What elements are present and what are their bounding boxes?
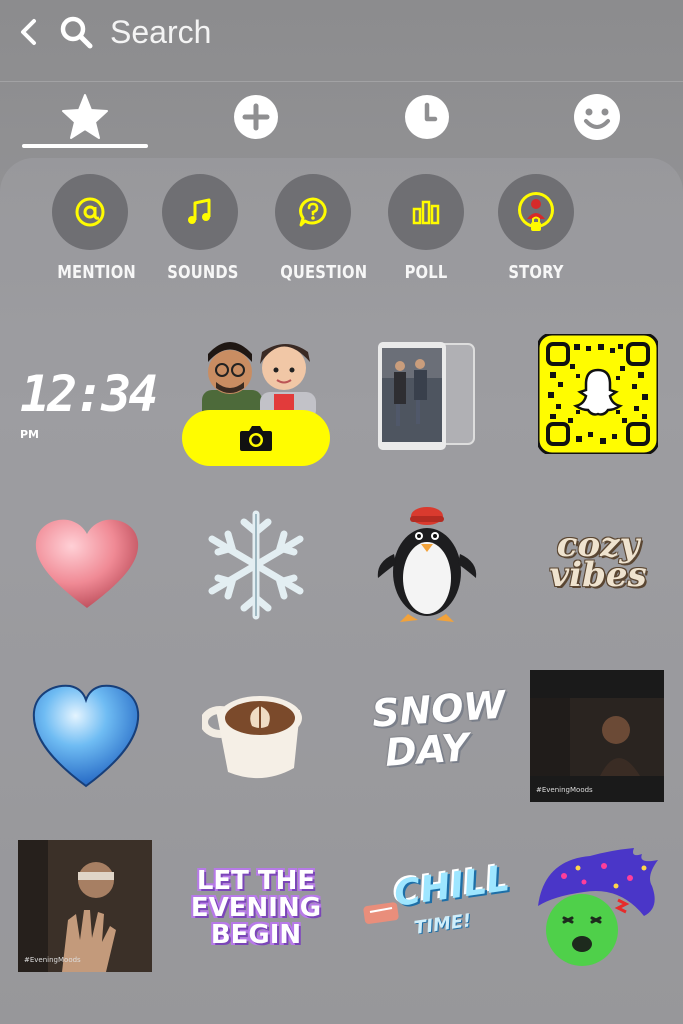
- sounds-button[interactable]: [162, 174, 238, 250]
- coffee-cup-icon: [200, 696, 302, 779]
- add-circle-icon: [234, 95, 278, 139]
- smiley-icon: [574, 94, 620, 140]
- tool-sounds[interactable]: SOUNDS: [160, 174, 240, 283]
- star-icon: [62, 94, 108, 139]
- tab-favorites[interactable]: [55, 92, 115, 142]
- pink-heart-sticker[interactable]: [32, 516, 142, 612]
- green-face-sticker[interactable]: [534, 846, 662, 968]
- search-input[interactable]: Search: [110, 14, 211, 51]
- chevron-left-icon: [21, 19, 36, 45]
- camera-icon: [240, 426, 272, 451]
- gif-sticker-hand[interactable]: #EveningMoods: [18, 840, 152, 972]
- tab-underline: [22, 144, 148, 148]
- blue-heart-sticker[interactable]: [30, 682, 142, 790]
- poll-bars-icon: [412, 200, 440, 225]
- tab-create[interactable]: [226, 92, 286, 142]
- clock-icon: [405, 95, 449, 139]
- tool-label: STORY: [508, 262, 564, 283]
- tab-emoji[interactable]: [567, 92, 627, 142]
- story-button[interactable]: [498, 174, 574, 250]
- hand-wave-scene-icon: [18, 840, 152, 972]
- snapcode-sticker[interactable]: [536, 332, 660, 456]
- dizzy-face-icon: [538, 848, 658, 966]
- penguin-sticker[interactable]: [374, 502, 480, 626]
- top-bar: Search: [0, 0, 683, 82]
- evening-line-3: BEGIN: [210, 920, 302, 950]
- let-the-evening-begin-sticker[interactable]: LET THE EVENING BEGIN: [190, 866, 322, 950]
- tool-label: SOUNDS: [167, 262, 239, 283]
- blue-heart-icon: [32, 684, 140, 788]
- music-note-icon: [188, 198, 211, 224]
- evening-line-1: LET THE: [196, 866, 316, 896]
- clock-time: 12:34: [20, 365, 159, 423]
- cozy-vibes-sticker[interactable]: cozy vibes: [536, 528, 660, 600]
- at-sign-icon: [75, 197, 105, 227]
- bitmoji-camera-sticker[interactable]: [182, 332, 330, 470]
- movie-scene-icon: [530, 670, 664, 802]
- photo-stack-icon: [378, 342, 475, 450]
- snowflake-sticker[interactable]: [204, 508, 308, 622]
- tab-recent[interactable]: [397, 92, 457, 142]
- snow-day-sticker[interactable]: SNOW DAY: [371, 683, 507, 780]
- back-button[interactable]: [14, 16, 44, 48]
- tool-story[interactable]: STORY: [496, 174, 576, 283]
- cozy-line-2: vibes: [549, 555, 647, 595]
- search-icon[interactable]: [58, 14, 94, 50]
- tool-label: MENTION: [57, 262, 136, 283]
- bitmoji-avatars-icon: [202, 342, 316, 420]
- snow-line-2: DAY: [383, 725, 471, 775]
- gif-caption: #EveningMoods: [536, 786, 593, 794]
- tool-label: POLL: [404, 262, 448, 283]
- clock-sticker[interactable]: 12:34 PM: [20, 365, 160, 441]
- gif-caption: #EveningMoods: [24, 956, 81, 964]
- tool-poll[interactable]: POLL: [386, 174, 466, 283]
- poll-button[interactable]: [388, 174, 464, 250]
- clock-suffix: PM: [20, 428, 40, 441]
- question-bubble-icon: [299, 197, 327, 227]
- gif-sticker-movie[interactable]: #EveningMoods: [530, 670, 664, 802]
- photo-stack-sticker[interactable]: [376, 338, 476, 452]
- mention-button[interactable]: [52, 174, 128, 250]
- camera-button[interactable]: [182, 410, 330, 466]
- evening-line-2: EVENING: [190, 893, 322, 923]
- tool-label: QUESTION: [280, 262, 368, 283]
- heart-icon: [35, 519, 139, 608]
- chill-line-2: TIME!: [412, 910, 473, 939]
- penguin-icon: [377, 507, 477, 622]
- story-ring-icon: [518, 192, 554, 231]
- tool-mention[interactable]: MENTION: [50, 174, 136, 283]
- chill-time-sticker[interactable]: CHILL TIME!: [362, 858, 512, 948]
- tool-question[interactable]: QUESTION: [273, 174, 368, 283]
- snapcode-icon: [536, 332, 660, 456]
- latte-sticker[interactable]: [200, 690, 312, 786]
- question-button[interactable]: [275, 174, 351, 250]
- snowflake-icon: [208, 510, 304, 620]
